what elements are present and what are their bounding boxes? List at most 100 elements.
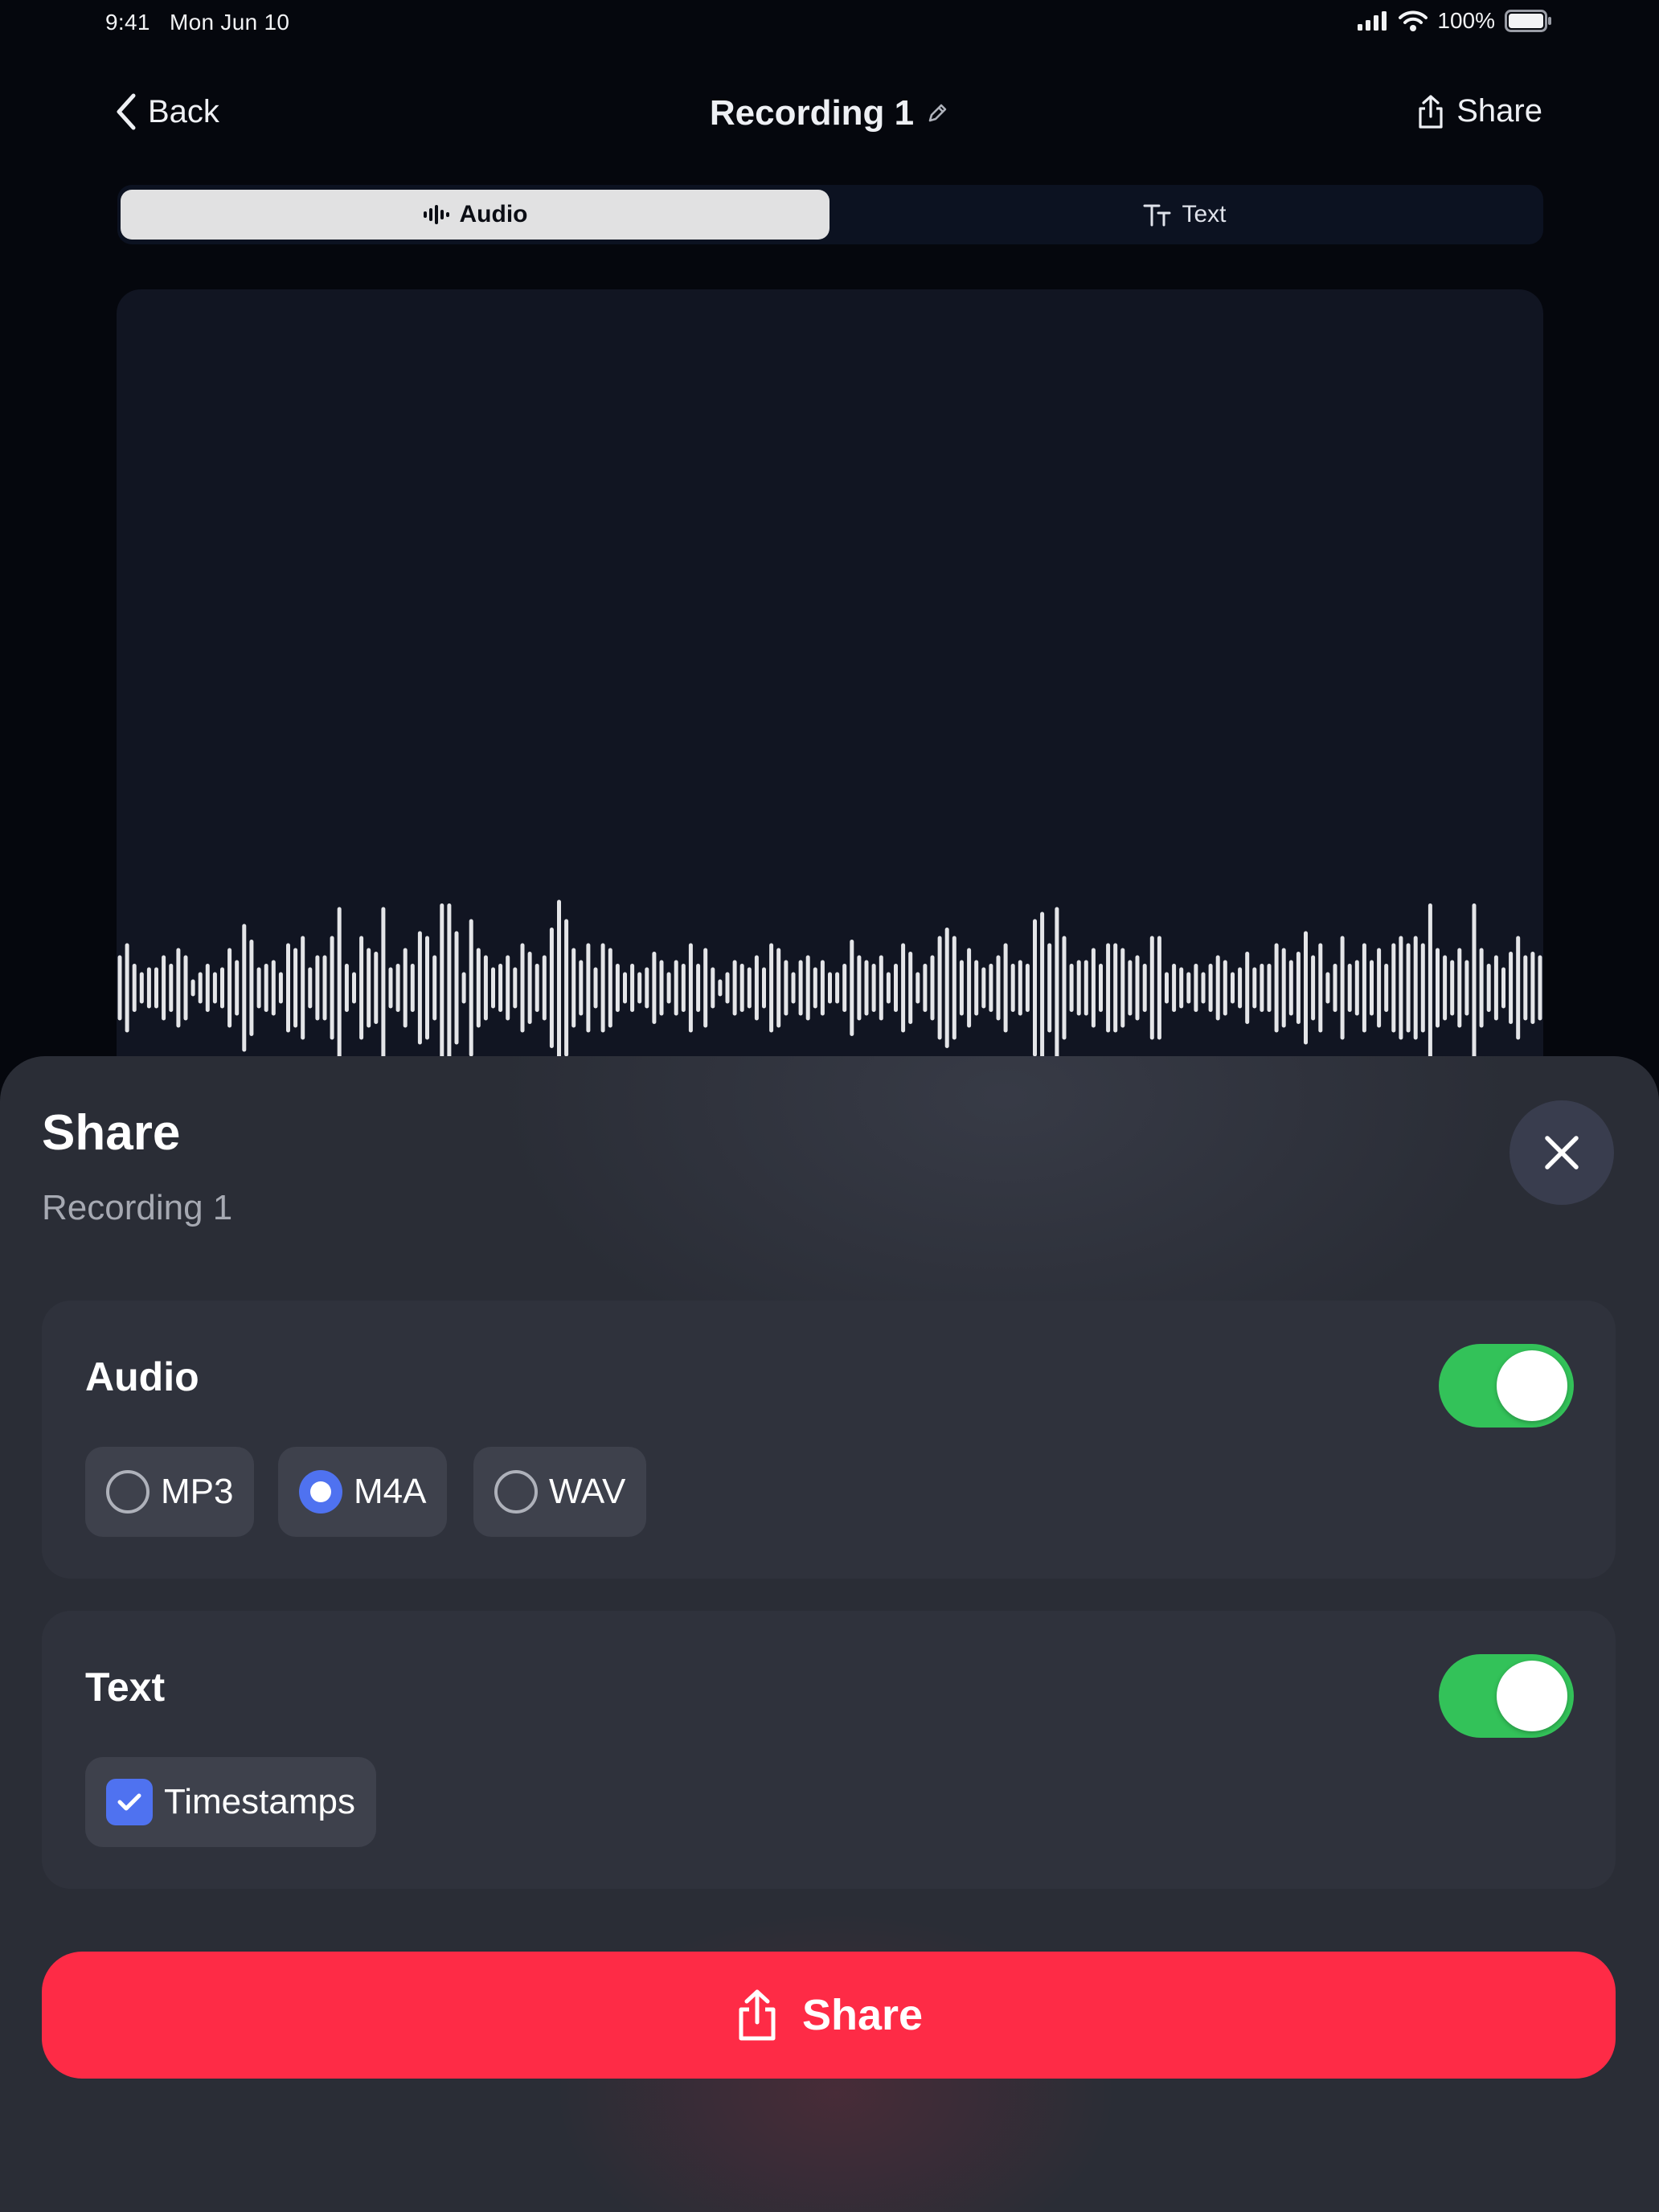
- waveform-bar: [1530, 952, 1535, 1024]
- waveform-bar: [330, 936, 334, 1040]
- timestamps-checkbox[interactable]: [106, 1779, 153, 1825]
- waveform-bar: [483, 955, 488, 1021]
- waveform-bar: [242, 924, 247, 1052]
- page-title: Recording 1: [0, 93, 1659, 133]
- text-size-icon: [1143, 204, 1171, 227]
- sheet-subtitle: Recording 1: [42, 1188, 233, 1227]
- waveform-bar: [498, 964, 503, 1012]
- waveform-bar: [967, 948, 972, 1028]
- audio-toggle[interactable]: [1439, 1344, 1574, 1428]
- checkmark-icon: [117, 1793, 141, 1811]
- waveform-bar: [981, 967, 986, 1009]
- waveform-bar: [1252, 967, 1257, 1009]
- waveform-bar: [264, 964, 268, 1012]
- share-button[interactable]: Share: [42, 1952, 1616, 2079]
- radio-wav[interactable]: [494, 1470, 538, 1514]
- waveform-bar: [571, 948, 576, 1028]
- text-toggle[interactable]: [1439, 1654, 1574, 1738]
- status-date-text: Mon Jun 10: [169, 10, 290, 35]
- waveform-bar: [235, 960, 240, 1016]
- text-options-card: Text Timestamps: [42, 1611, 1616, 1889]
- audio-options-card: Audio MP3 M4A WAV: [42, 1301, 1616, 1579]
- waveform-bar: [908, 952, 913, 1024]
- waveform-bar: [1428, 903, 1432, 1072]
- timestamps-option[interactable]: Timestamps: [85, 1757, 376, 1847]
- waveform-bar: [1025, 964, 1030, 1012]
- waveform-bar: [1523, 955, 1528, 1021]
- waveform-bar: [549, 928, 554, 1048]
- waveform-bar: [1325, 972, 1330, 1004]
- waveform-bar: [930, 955, 935, 1021]
- waveform-bar: [176, 948, 181, 1028]
- format-label-m4a: M4A: [354, 1472, 427, 1511]
- radio-mp3[interactable]: [106, 1470, 150, 1514]
- waveform-bar: [154, 967, 158, 1009]
- format-option-m4a[interactable]: M4A: [278, 1447, 448, 1537]
- waveform-bar: [1120, 948, 1125, 1028]
- audio-section-label: Audio: [85, 1354, 199, 1399]
- waveform-bar: [1165, 972, 1169, 1004]
- waveform-bar: [381, 907, 386, 1069]
- waveform-bar: [871, 964, 876, 1012]
- waveform-bar: [388, 967, 393, 1009]
- status-bar: 9:41 Mon Jun 10 100%: [0, 0, 1659, 45]
- waveform-bar: [1318, 943, 1323, 1033]
- waveform-bar: [1055, 907, 1059, 1069]
- waveform-bar: [886, 972, 891, 1004]
- waveform-bar: [447, 903, 452, 1072]
- waveform-bar: [1479, 948, 1484, 1028]
- status-time: 9:41 Mon Jun 10: [105, 10, 289, 35]
- format-option-mp3[interactable]: MP3: [85, 1447, 255, 1537]
- pencil-icon[interactable]: [925, 101, 949, 125]
- waveform-bar: [835, 972, 840, 1004]
- close-icon: [1545, 1136, 1579, 1169]
- waveform-bar: [476, 948, 481, 1028]
- nav-share-button[interactable]: Share: [1416, 93, 1542, 129]
- waveform-bar: [681, 964, 686, 1012]
- waveform-bar: [205, 964, 210, 1012]
- waveform-bar: [301, 936, 305, 1040]
- waveform-bar: [1083, 960, 1088, 1016]
- waveform-bar: [1062, 936, 1067, 1040]
- waveform-bar: [139, 972, 144, 1004]
- waveform-bar: [1538, 955, 1542, 1021]
- waveform-bar: [425, 936, 429, 1040]
- waveform-bar: [1040, 911, 1045, 1064]
- waveform-bar: [959, 960, 964, 1016]
- waveform-bar: [711, 967, 715, 1009]
- back-button[interactable]: Back: [116, 93, 219, 130]
- waveform-bar: [169, 964, 174, 1012]
- nav-share-label: Share: [1456, 93, 1542, 129]
- waveform-bar: [271, 960, 276, 1016]
- waveform-bar: [579, 960, 584, 1016]
- waveform-bar: [344, 964, 349, 1012]
- waveform-bar: [1304, 931, 1308, 1045]
- tab-text[interactable]: Text: [830, 190, 1540, 240]
- tab-audio[interactable]: Audio: [121, 190, 830, 240]
- waveform-bar: [315, 955, 320, 1021]
- waveform-bar: [1450, 960, 1455, 1016]
- waveform-bar: [461, 972, 466, 1004]
- waveform-bar: [359, 936, 364, 1040]
- close-button[interactable]: [1509, 1100, 1614, 1205]
- waveform-bar: [1333, 964, 1337, 1012]
- wifi-icon: [1399, 10, 1428, 31]
- waveform-bar: [1267, 964, 1272, 1012]
- waveform-bar: [454, 931, 459, 1045]
- waveform-bar: [1420, 943, 1425, 1033]
- waveform-bar: [696, 964, 701, 1012]
- view-mode-segmented-control: Audio Text: [117, 185, 1543, 244]
- format-option-wav[interactable]: WAV: [473, 1447, 647, 1537]
- waveform-bar: [417, 931, 422, 1045]
- share-sheet: Share Recording 1 Audio MP3 M4A WAV Text: [0, 1056, 1659, 2212]
- waveform-bar: [352, 972, 356, 1004]
- waveform-bar: [1186, 972, 1191, 1004]
- waveform-bar: [864, 960, 869, 1016]
- waveform-bar: [440, 903, 444, 1072]
- waveform-bar: [1288, 960, 1293, 1016]
- radio-m4a[interactable]: [299, 1470, 342, 1514]
- waveform-bar: [586, 943, 591, 1033]
- waveform-bar: [1493, 955, 1498, 1021]
- waveform-bar: [410, 964, 415, 1012]
- waveform-bar: [1208, 964, 1213, 1012]
